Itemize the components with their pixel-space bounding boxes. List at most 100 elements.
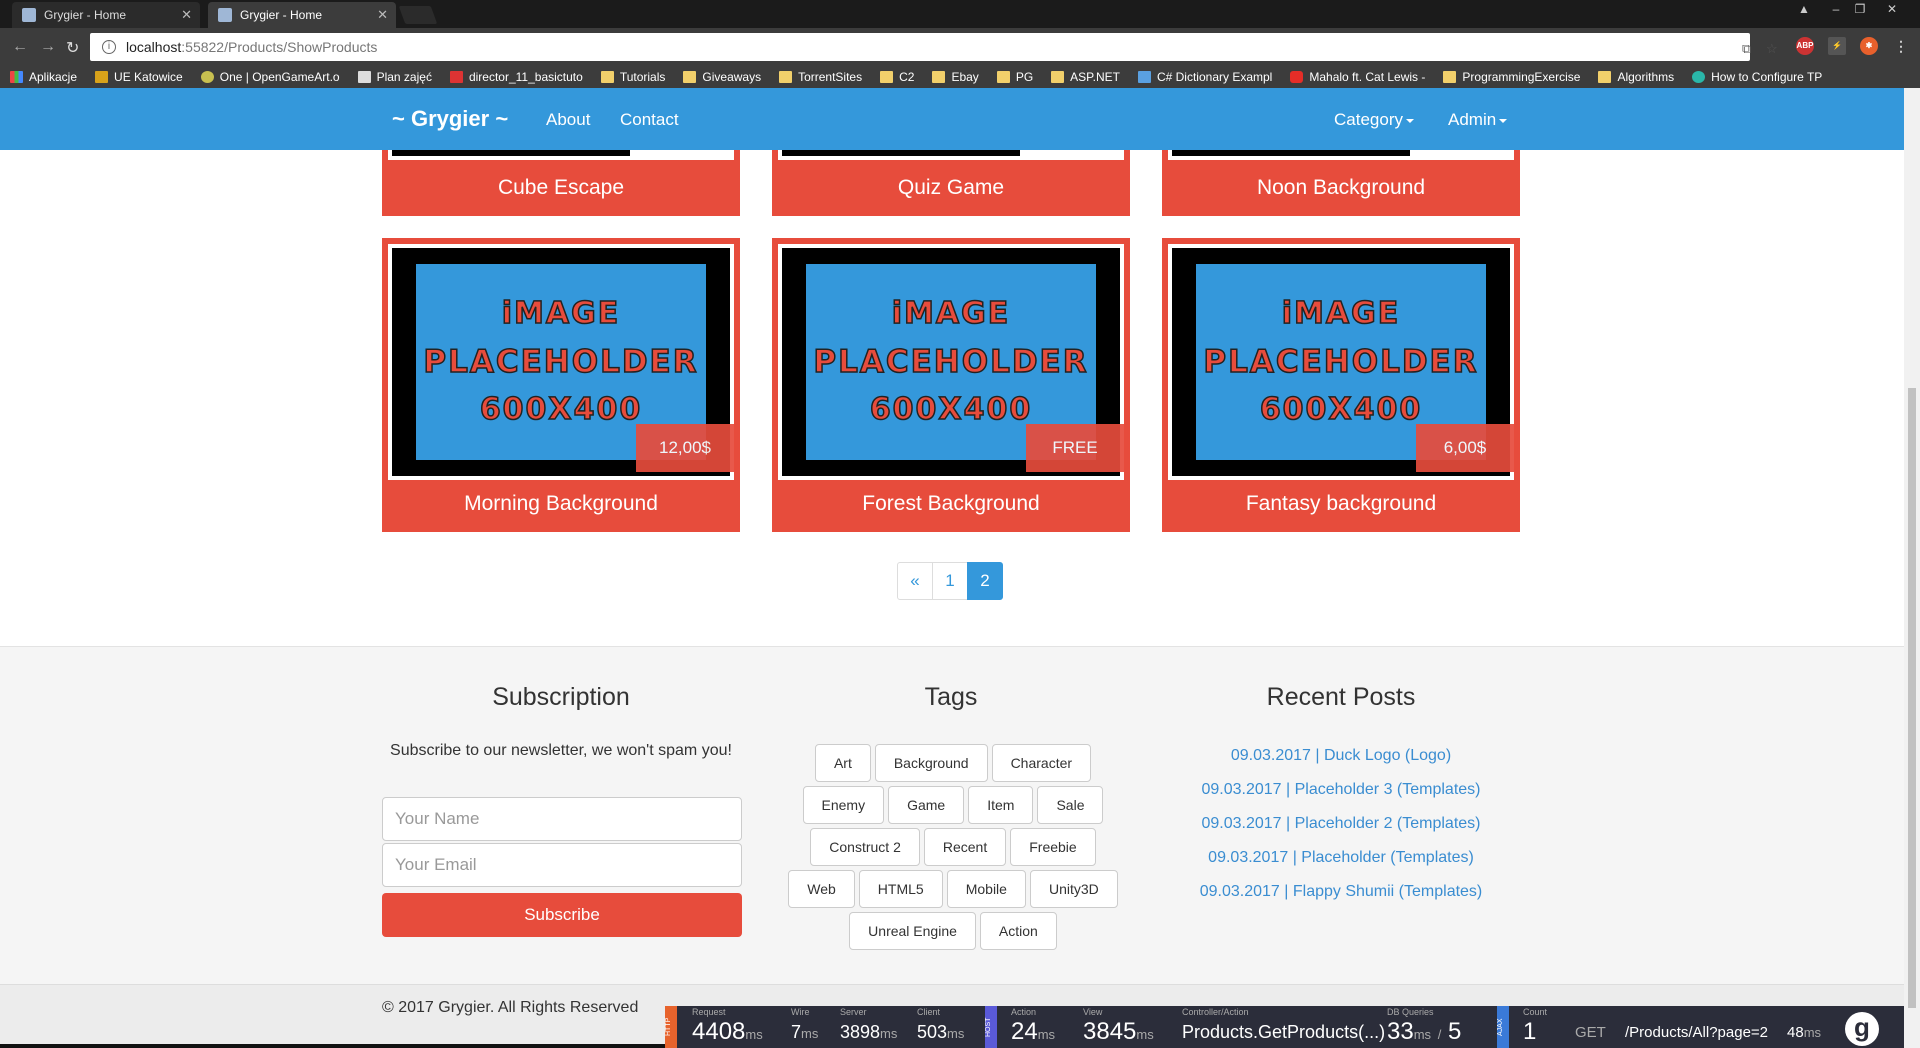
- folder-icon: [1598, 71, 1612, 83]
- browser-tab-active[interactable]: Grygier - Home ✕: [208, 2, 396, 28]
- extension-icon[interactable]: ✱: [1860, 37, 1878, 55]
- bookmark-folder[interactable]: ASP.NET: [1051, 70, 1120, 84]
- bookmark-folder[interactable]: PG: [996, 70, 1033, 84]
- nav-admin-label: Admin: [1448, 110, 1497, 129]
- product-title[interactable]: Noon Background: [1162, 176, 1520, 200]
- tag-background[interactable]: Background: [874, 744, 988, 782]
- bookmark-item[interactable]: How to Configure TP: [1692, 70, 1822, 84]
- tag-recent[interactable]: Recent: [923, 828, 1007, 866]
- recent-post-link[interactable]: 09.03.2017 | Placeholder (Templates): [1162, 841, 1520, 875]
- product-title[interactable]: Fantasy background: [1162, 492, 1520, 516]
- tag-character[interactable]: Character: [991, 744, 1092, 782]
- recent-post-link[interactable]: 09.03.2017 | Duck Logo (Logo): [1162, 739, 1520, 773]
- pagination-page-2[interactable]: 2: [967, 562, 1003, 600]
- youtube-icon: [1290, 71, 1304, 83]
- glimpse-value: /Products/All?page=2: [1625, 1024, 1769, 1041]
- pagination-prev[interactable]: «: [897, 562, 933, 600]
- pagination-page-1[interactable]: 1: [932, 562, 968, 600]
- bookmark-folder[interactable]: TorrentSites: [779, 70, 862, 84]
- tag-web[interactable]: Web: [788, 870, 855, 908]
- glimpse-value: GET: [1575, 1024, 1606, 1041]
- tag-mobile[interactable]: Mobile: [946, 870, 1026, 908]
- bookmark-folder[interactable]: ProgrammingExercise: [1443, 70, 1580, 84]
- bookmark-folder[interactable]: Giveaways: [683, 70, 761, 84]
- product-image: [778, 150, 1124, 160]
- product-card[interactable]: Cube Escape: [382, 150, 740, 216]
- bookmark-item[interactable]: UE Katowice: [95, 70, 183, 84]
- product-title[interactable]: Quiz Game: [772, 176, 1130, 200]
- bookmark-folder[interactable]: Algorithms: [1598, 70, 1674, 84]
- glimpse-logo-icon[interactable]: g: [1845, 1012, 1879, 1046]
- bookmark-folder[interactable]: Ebay: [932, 70, 979, 84]
- product-title[interactable]: Forest Background: [772, 492, 1130, 516]
- bookmark-label: Giveaways: [702, 70, 762, 84]
- tag-art[interactable]: Art: [814, 744, 871, 782]
- bookmark-label: Aplikacje: [29, 70, 78, 84]
- bookmark-folder[interactable]: Tutorials: [600, 70, 665, 84]
- bookmark-item[interactable]: Mahalo ft. Cat Lewis -: [1290, 70, 1425, 84]
- url-input[interactable]: i localhost:55822/Products/ShowProducts …: [90, 33, 1778, 61]
- close-tab-icon[interactable]: ✕: [181, 7, 192, 23]
- new-tab-button[interactable]: [398, 6, 438, 24]
- tag-construct-2[interactable]: Construct 2: [810, 828, 920, 866]
- forward-arrow-icon[interactable]: →: [40, 38, 56, 56]
- adblock-plus-icon[interactable]: ABP: [1796, 37, 1814, 55]
- close-tab-icon[interactable]: ✕: [377, 7, 388, 23]
- bookmark-label: How to Configure TP: [1711, 70, 1823, 84]
- nav-about[interactable]: About: [546, 110, 590, 130]
- site-brand[interactable]: ~ Grygier ~: [392, 106, 508, 132]
- tag-freebie[interactable]: Freebie: [1010, 828, 1096, 866]
- bookmark-item[interactable]: director_11_basictuto: [449, 70, 583, 84]
- browser-tab[interactable]: Grygier - Home ✕: [12, 2, 200, 28]
- product-card[interactable]: iMAGE PLACEHOLDER 600X400 FREE Forest Ba…: [772, 238, 1130, 532]
- page-scrollbar[interactable]: [1904, 88, 1920, 1048]
- back-arrow-icon[interactable]: ←: [12, 38, 28, 56]
- tag-unity3d[interactable]: Unity3D: [1029, 870, 1118, 908]
- name-input[interactable]: Your Name: [382, 797, 742, 841]
- menu-kebab-icon[interactable]: ⋮: [1892, 37, 1910, 55]
- glimpse-value: 33: [1387, 1018, 1414, 1045]
- bookmark-item[interactable]: C# Dictionary Exampl: [1137, 70, 1272, 84]
- bookmark-label: One | OpenGameArt.o: [219, 70, 340, 84]
- tag-enemy[interactable]: Enemy: [802, 786, 885, 824]
- product-card[interactable]: iMAGE PLACEHOLDER 600X400 6,00$ Fantasy …: [1162, 238, 1520, 532]
- recent-post-link[interactable]: 09.03.2017 | Placeholder 3 (Templates): [1162, 773, 1520, 807]
- glimpse-label: View: [1083, 1007, 1103, 1017]
- tag-action[interactable]: Action: [979, 912, 1057, 950]
- recent-post-link[interactable]: 09.03.2017 | Placeholder 2 (Templates): [1162, 807, 1520, 841]
- translate-icon[interactable]: ⧉: [1742, 41, 1751, 57]
- subscribe-button[interactable]: Subscribe: [382, 893, 742, 937]
- scrollbar-thumb[interactable]: [1908, 388, 1916, 1008]
- product-card[interactable]: Quiz Game: [772, 150, 1130, 216]
- product-title[interactable]: Morning Background: [382, 492, 740, 516]
- nav-category-dropdown[interactable]: Category: [1334, 110, 1414, 130]
- tag-unreal-engine[interactable]: Unreal Engine: [849, 912, 976, 950]
- extension-icon[interactable]: ⚡: [1828, 37, 1846, 55]
- info-icon[interactable]: i: [102, 40, 116, 54]
- tag-html5[interactable]: HTML5: [858, 870, 943, 908]
- restore-icon[interactable]: ❐: [1848, 0, 1872, 18]
- minimize-icon[interactable]: –: [1824, 0, 1848, 18]
- tag-sale[interactable]: Sale: [1037, 786, 1104, 824]
- recent-post-link[interactable]: 09.03.2017 | Flappy Shumii (Templates): [1162, 875, 1520, 909]
- product-card[interactable]: Noon Background: [1162, 150, 1520, 216]
- bookmark-label: ProgrammingExercise: [1462, 70, 1581, 84]
- glimpse-diagnostics-bar[interactable]: HTTP Request 4408ms Wire 7ms Server 3898…: [665, 1006, 1920, 1048]
- close-window-icon[interactable]: ✕: [1880, 0, 1904, 18]
- product-title[interactable]: Cube Escape: [382, 176, 740, 200]
- bookmark-item[interactable]: One | OpenGameArt.o: [200, 70, 340, 84]
- tag-game[interactable]: Game: [888, 786, 965, 824]
- profile-icon[interactable]: ▲: [1792, 0, 1816, 18]
- nav-admin-dropdown[interactable]: Admin: [1448, 110, 1507, 130]
- email-input[interactable]: Your Email: [382, 843, 742, 887]
- reload-icon[interactable]: ↻: [66, 38, 79, 58]
- bookmark-item[interactable]: Aplikacje: [10, 70, 77, 84]
- subscription-heading: Subscription: [492, 683, 630, 711]
- bookmark-item[interactable]: Plan zajęć: [357, 70, 432, 84]
- folder-icon: [683, 71, 697, 83]
- bookmark-folder[interactable]: C2: [880, 70, 914, 84]
- bookmark-star-icon[interactable]: ☆: [1766, 41, 1778, 57]
- nav-contact[interactable]: Contact: [620, 110, 679, 130]
- tag-item[interactable]: Item: [968, 786, 1034, 824]
- product-card[interactable]: iMAGE PLACEHOLDER 600X400 12,00$ Morning…: [382, 238, 740, 532]
